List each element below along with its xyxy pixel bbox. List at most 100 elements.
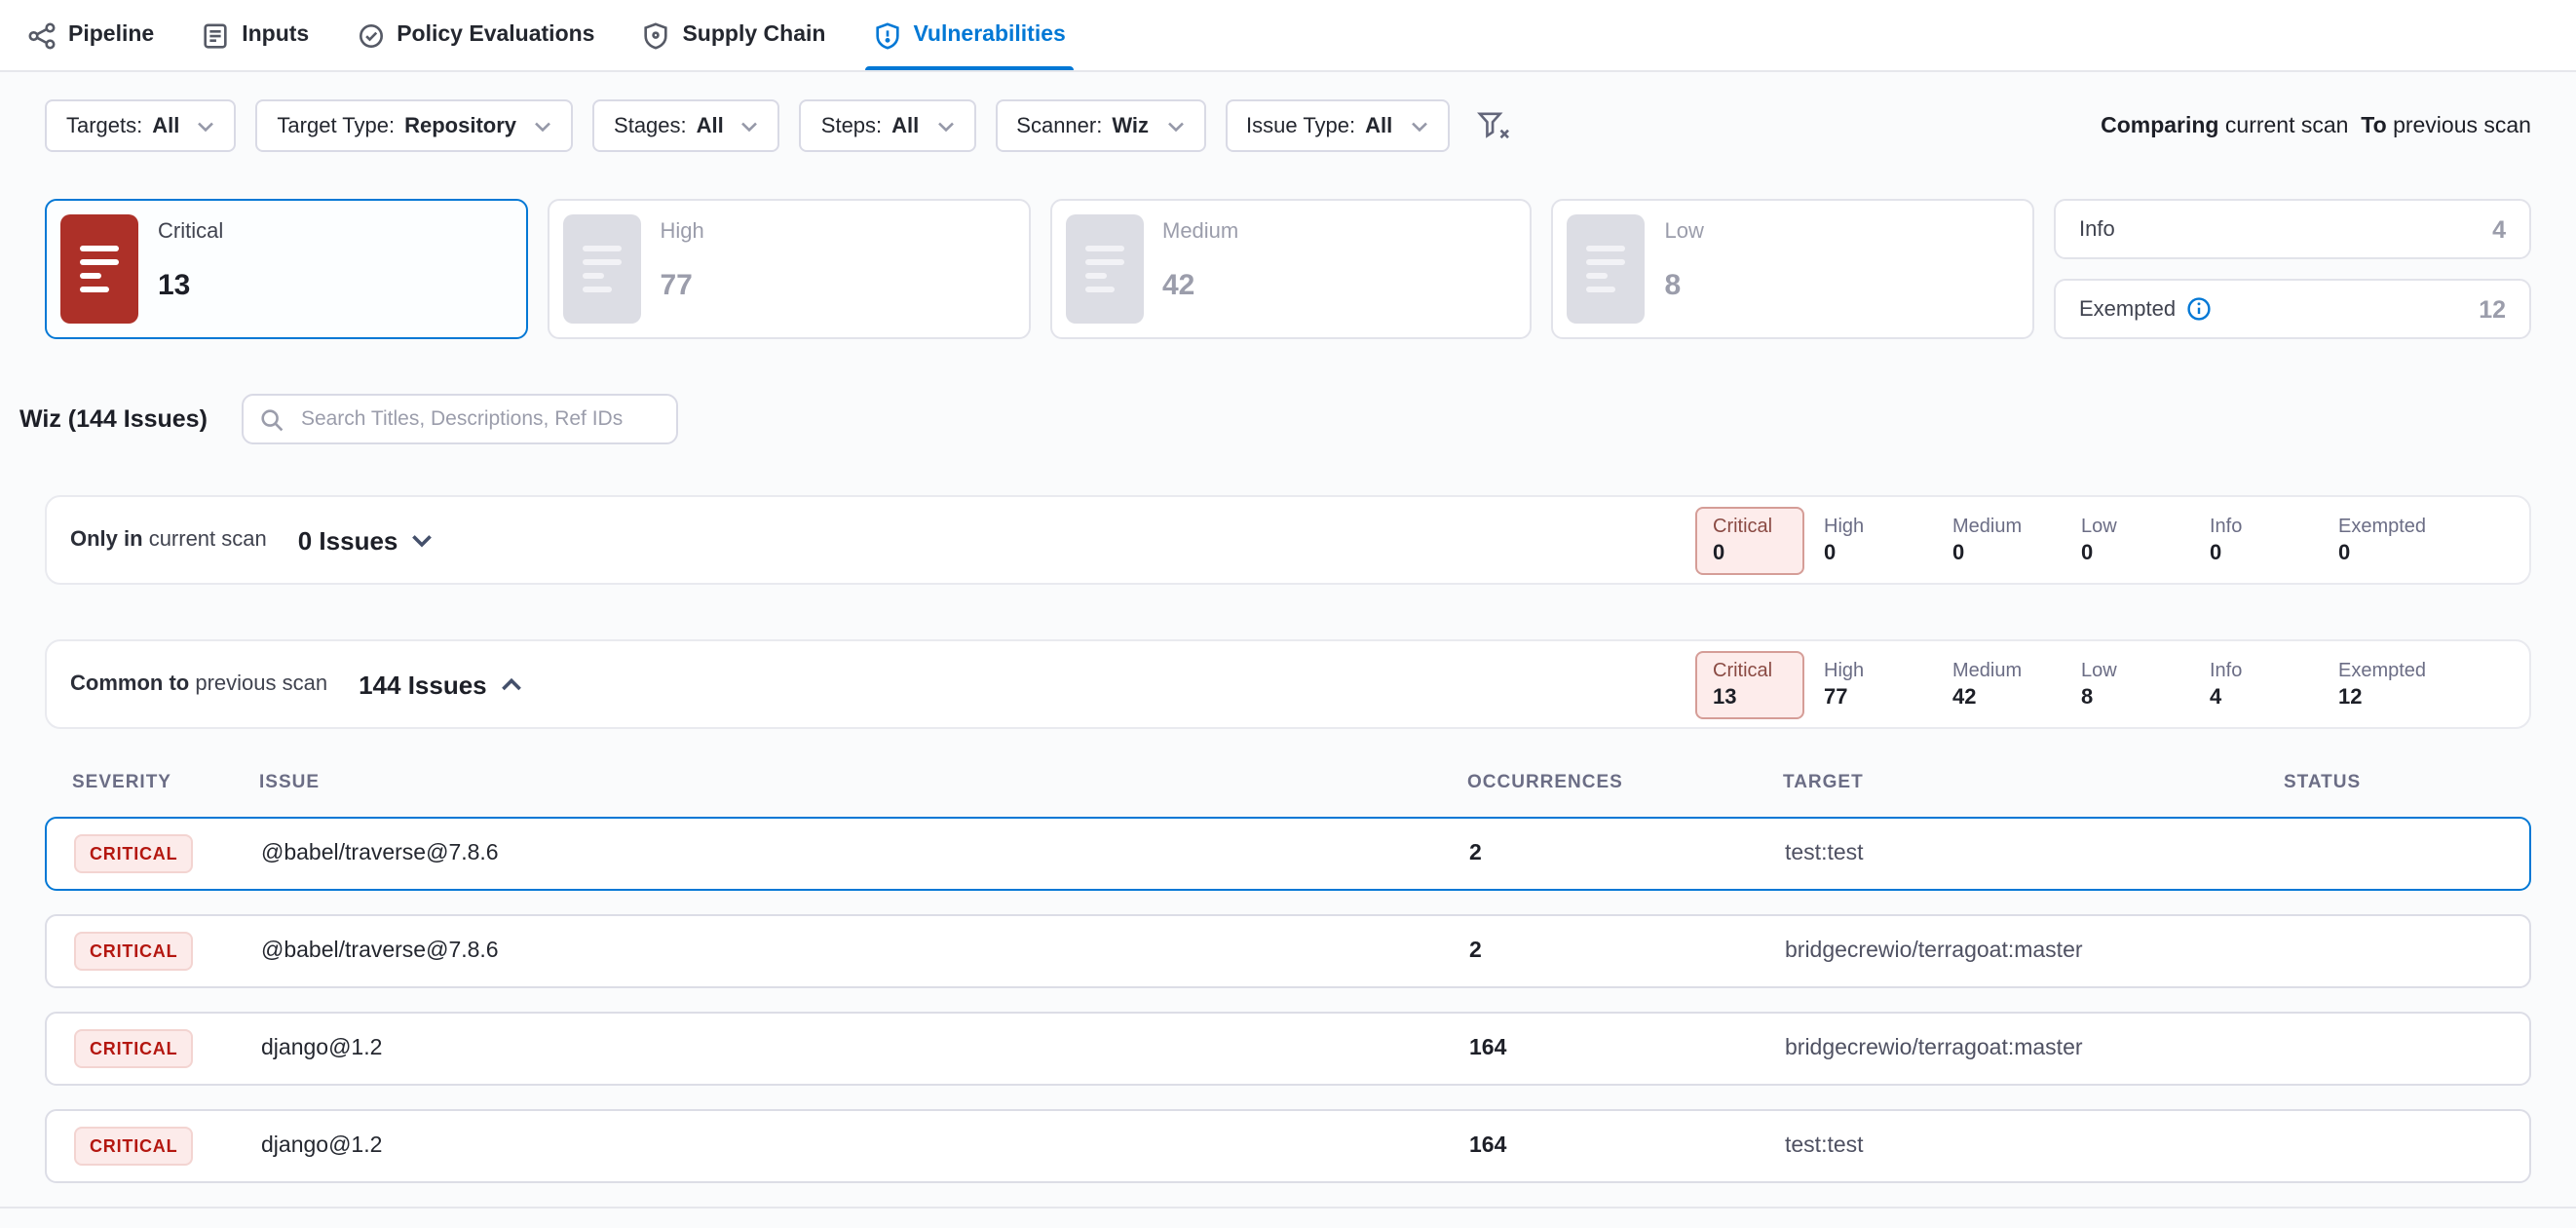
chip-label: Medium [1952, 660, 2062, 681]
chip-exempted[interactable]: Exempted 12 [2338, 652, 2447, 716]
table-row[interactable]: CRITICAL @babel/traverse@7.8.6 2 bridgec… [45, 914, 2531, 988]
chevron-down-icon [197, 120, 214, 132]
tab-supply-chain[interactable]: Supply Chain [641, 0, 825, 70]
tab-inputs[interactable]: Inputs [201, 0, 309, 70]
card-count: 8 [1665, 269, 1704, 302]
severity-badge: CRITICAL [74, 932, 193, 971]
group-label: Only in current scan [70, 528, 267, 552]
severity-card-low[interactable]: Low 8 [1552, 199, 2035, 339]
chip-count: 42 [1952, 685, 2062, 709]
comparing-previous: previous scan [2393, 114, 2531, 137]
filter-scanner[interactable]: Scanner: Wiz [995, 99, 1205, 152]
app-root: Pipeline Inputs Policy Evaluations Suppl… [0, 0, 2576, 1228]
severity-badge: CRITICAL [74, 1127, 193, 1166]
chip-medium[interactable]: Medium 0 [1952, 508, 2062, 572]
tab-label: Pipeline [68, 23, 154, 47]
col-status: STATUS [2284, 772, 2531, 793]
chip-low[interactable]: Low 8 [2081, 652, 2190, 716]
chevron-down-icon [741, 120, 759, 132]
group-issues-count: 144 Issues [359, 670, 487, 699]
tab-pipeline[interactable]: Pipeline [27, 0, 154, 70]
chip-count: 77 [1824, 685, 1933, 709]
side-cards: Info 4 Exempted 12 [2054, 199, 2531, 339]
tab-label: Supply Chain [682, 23, 825, 47]
tab-policy-evaluations[interactable]: Policy Evaluations [356, 0, 594, 70]
filter-label: Issue Type: [1246, 114, 1355, 137]
issue-name: django@1.2 [261, 1134, 1469, 1158]
chevron-down-icon [1410, 120, 1427, 132]
table-header: SEVERITY ISSUE OCCURRENCES TARGET STATUS [45, 729, 2531, 817]
chip-label: Info [2210, 516, 2319, 537]
issue-name: django@1.2 [261, 1037, 1469, 1060]
card-label: Medium [1162, 220, 1238, 244]
chip-count: 0 [2210, 541, 2319, 564]
severity-card-info[interactable]: Info 4 [2054, 199, 2531, 259]
search-icon [260, 406, 285, 432]
card-count: 12 [2479, 295, 2506, 323]
group-header: Only in current scan 0 Issues [70, 525, 433, 555]
chip-critical[interactable]: Critical 13 [1695, 650, 1804, 718]
severity-chips: Critical 0 High 0 Medium 0 Low 0 Info 0 … [1695, 506, 2447, 574]
chip-label: High [1824, 660, 1933, 681]
col-occurrences: OCCURRENCES [1467, 772, 1783, 793]
severity-card-exempted[interactable]: Exempted 12 [2054, 279, 2531, 339]
filter-label: Scanner: [1016, 114, 1102, 137]
severity-lines-icon [1568, 214, 1646, 324]
table-row[interactable]: CRITICAL django@1.2 164 test:test [45, 1109, 2531, 1183]
chip-info[interactable]: Info 0 [2210, 508, 2319, 572]
search-input[interactable] [297, 405, 662, 433]
issue-name: @babel/traverse@7.8.6 [261, 842, 1469, 865]
card-count: 13 [158, 269, 223, 302]
card-count: 77 [661, 269, 704, 302]
severity-lines-icon [1065, 214, 1143, 324]
card-count: 4 [2492, 215, 2506, 243]
severity-card-critical[interactable]: Critical 13 [45, 199, 528, 339]
target-name: bridgecrewio/terragoat:master [1785, 1037, 2286, 1060]
tab-vulnerabilities[interactable]: Vulnerabilities [872, 0, 1065, 70]
severity-lines-icon [60, 214, 138, 324]
chevron-down-icon [936, 120, 954, 132]
severity-lines-icon [563, 214, 641, 324]
chip-medium[interactable]: Medium 42 [1952, 652, 2062, 716]
tab-bar: Pipeline Inputs Policy Evaluations Suppl… [0, 0, 2576, 72]
chip-label: Exempted [2338, 516, 2447, 537]
chip-high[interactable]: High 0 [1824, 508, 1933, 572]
info-circle-icon[interactable] [2185, 296, 2211, 322]
col-severity: SEVERITY [72, 772, 259, 793]
severity-card-high[interactable]: High 77 [548, 199, 1031, 339]
group-issues-toggle[interactable]: 0 Issues [298, 525, 434, 555]
group-common-to-previous-scan: Common to previous scan 144 Issues Criti… [45, 639, 2531, 729]
card-label: High [661, 220, 704, 244]
filter-stages[interactable]: Stages: All [592, 99, 780, 152]
filter-targets[interactable]: Targets: All [45, 99, 236, 152]
filter-bar: Targets: All Target Type: Repository Sta… [0, 72, 2576, 152]
severity-badge: CRITICAL [74, 834, 193, 873]
comparing-prefix: Comparing [2101, 114, 2218, 137]
chevron-up-icon [501, 677, 522, 691]
group-issues-toggle[interactable]: 144 Issues [359, 670, 522, 699]
group-label-bold: Only in [70, 528, 143, 552]
table-row[interactable]: CRITICAL django@1.2 164 bridgecrewio/ter… [45, 1012, 2531, 1086]
group-header: Common to previous scan 144 Issues [70, 670, 522, 699]
tab-label: Vulnerabilities [913, 23, 1065, 47]
chip-info[interactable]: Info 4 [2210, 652, 2319, 716]
chip-high[interactable]: High 77 [1824, 652, 1933, 716]
chip-critical[interactable]: Critical 0 [1695, 506, 1804, 574]
chip-label: Critical [1713, 660, 1787, 681]
chevron-down-icon [534, 120, 551, 132]
severity-cards: Critical 13 High 77 Medium 42 [0, 152, 2576, 339]
chip-low[interactable]: Low 0 [2081, 508, 2190, 572]
card-label: Info [2079, 217, 2115, 241]
chip-label: Exempted [2338, 660, 2447, 681]
chip-exempted[interactable]: Exempted 0 [2338, 508, 2447, 572]
severity-chips: Critical 13 High 77 Medium 42 Low 8 Info… [1695, 650, 2447, 718]
group-label-rest: current scan [149, 528, 267, 552]
filter-issue-type[interactable]: Issue Type: All [1225, 99, 1449, 152]
severity-card-medium[interactable]: Medium 42 [1049, 199, 1533, 339]
clear-filters-icon[interactable] [1472, 107, 1513, 144]
comparing-to: To [2361, 114, 2386, 137]
table-row[interactable]: CRITICAL @babel/traverse@7.8.6 2 test:te… [45, 817, 2531, 891]
chip-count: 12 [2338, 685, 2447, 709]
filter-steps[interactable]: Steps: All [800, 99, 976, 152]
filter-target-type[interactable]: Target Type: Repository [255, 99, 573, 152]
